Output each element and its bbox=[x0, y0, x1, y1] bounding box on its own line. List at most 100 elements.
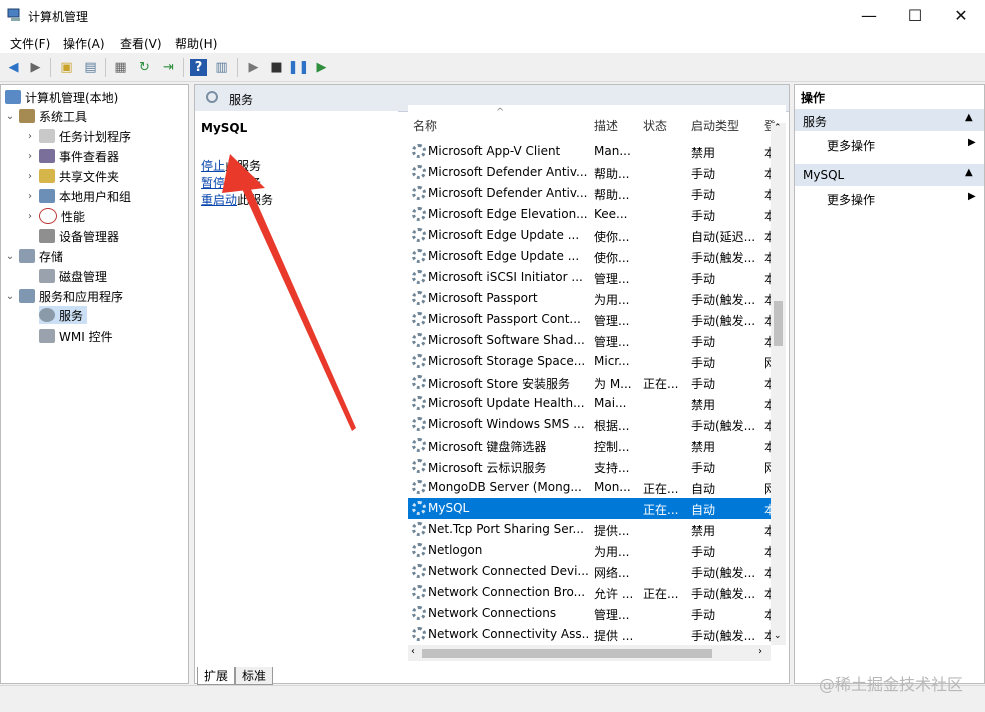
column-name[interactable]: 名称 bbox=[413, 117, 437, 134]
scroll-up-icon[interactable]: ⌃ bbox=[774, 123, 782, 133]
menu-file[interactable]: 文件(F) bbox=[10, 35, 50, 52]
tree-services-apps[interactable]: ⌄ 服务和应用程序 bbox=[5, 287, 123, 305]
scroll-right-icon[interactable]: › bbox=[758, 646, 762, 657]
table-row[interactable]: Microsoft iSCSI Initiator ... 管理... 手动本 bbox=[408, 267, 774, 288]
close-button[interactable]: ✕ bbox=[938, 0, 984, 31]
actions-pane: 操作 服务 ▲ 更多操作 ▶ MySQL ▲ 更多操作 ▶ bbox=[794, 84, 985, 684]
start-service-icon[interactable]: ▶ bbox=[245, 59, 262, 76]
tree-disk-management[interactable]: 磁盘管理 bbox=[39, 267, 107, 285]
refresh-icon[interactable]: ↻ bbox=[136, 59, 153, 76]
column-status[interactable]: 状态 bbox=[643, 117, 667, 134]
gear-icon bbox=[412, 501, 426, 515]
table-row[interactable]: Microsoft Edge Update ... 使你... 自动(延迟... 本 bbox=[408, 225, 774, 246]
tree-performance[interactable]: › 性能 bbox=[25, 207, 85, 225]
table-row[interactable]: Net.Tcp Port Sharing Ser... 提供... 禁用本 bbox=[408, 519, 774, 540]
more-actions-mysql[interactable]: 更多操作 bbox=[827, 191, 875, 208]
chevron-right-icon[interactable]: › bbox=[25, 211, 35, 222]
gear-icon bbox=[412, 249, 426, 263]
table-row[interactable]: Network Connected Devi... 网络... 手动(触发... 本 bbox=[408, 561, 774, 582]
service-name: Netlogon bbox=[428, 543, 483, 557]
table-row[interactable]: Microsoft Windows SMS ... 根据... 手动(触发... 本 bbox=[408, 414, 774, 435]
table-row[interactable]: Microsoft Defender Antiv... 帮助... 手动本 bbox=[408, 183, 774, 204]
table-row[interactable]: Microsoft Edge Elevation... Kee... 手动本 bbox=[408, 204, 774, 225]
restart-service-link[interactable]: 重启动 bbox=[201, 193, 237, 207]
export-list-icon[interactable]: ⇥ bbox=[160, 59, 177, 76]
forward-icon[interactable]: ▶ bbox=[27, 59, 44, 76]
restart-service-icon[interactable]: ▶ bbox=[313, 59, 330, 76]
table-row[interactable]: Netlogon 为用... 手动本 bbox=[408, 540, 774, 561]
table-row[interactable]: Network Connection Bro... 允许 ... 正在... 手动(触… bbox=[408, 582, 774, 603]
help-icon[interactable]: ? bbox=[190, 59, 207, 76]
menu-help[interactable]: 帮助(H) bbox=[175, 35, 217, 52]
table-row[interactable]: Microsoft Software Shad... 管理... 手动本 bbox=[408, 330, 774, 351]
collapse-icon[interactable]: ▲ bbox=[965, 112, 973, 123]
menu-view[interactable]: 查看(V) bbox=[120, 35, 162, 52]
properties-icon[interactable]: ▦ bbox=[112, 59, 129, 76]
table-row[interactable]: Microsoft 云标识服务 支持... 手动网 bbox=[408, 456, 774, 477]
stop-service-link[interactable]: 停止 bbox=[201, 159, 225, 173]
service-desc: 管理... bbox=[594, 272, 630, 286]
tree-root[interactable]: 计算机管理(本地) bbox=[5, 88, 118, 106]
chevron-right-icon[interactable]: › bbox=[25, 171, 35, 182]
pause-service-link[interactable]: 暂停 bbox=[201, 176, 225, 190]
tree-local-users[interactable]: › 本地用户和组 bbox=[25, 187, 131, 205]
chevron-right-icon[interactable]: › bbox=[25, 151, 35, 162]
table-row[interactable]: Microsoft Defender Antiv... 帮助... 手动本 bbox=[408, 162, 774, 183]
tree-storage[interactable]: ⌄ 存储 bbox=[5, 247, 63, 265]
services-apps-icon bbox=[19, 289, 35, 303]
table-row[interactable]: Microsoft Storage Space... Micr... 手动网 bbox=[408, 351, 774, 372]
column-desc[interactable]: 描述 bbox=[594, 117, 618, 134]
actions-section-mysql[interactable]: MySQL ▲ bbox=[795, 164, 984, 186]
vertical-scrollbar[interactable]: ⌃ ⌄ bbox=[771, 123, 786, 645]
table-row[interactable]: Microsoft Store 安装服务为 M... 正在... 手动本 bbox=[408, 372, 774, 393]
wmi-icon bbox=[39, 329, 55, 343]
table-row[interactable]: Microsoft Passport 为用... 手动(触发... 本 bbox=[408, 288, 774, 309]
tree-event-viewer[interactable]: › 事件查看器 bbox=[25, 147, 119, 165]
tab-standard[interactable]: 标准 bbox=[235, 667, 274, 685]
tree-wmi[interactable]: WMI 控件 bbox=[39, 327, 113, 345]
column-startup[interactable]: 启动类型 bbox=[691, 117, 739, 134]
more-actions-services[interactable]: 更多操作 bbox=[827, 137, 875, 154]
table-row[interactable]: Network Connections 管理... 手动本 bbox=[408, 603, 774, 624]
scroll-left-icon[interactable]: ‹ bbox=[411, 646, 415, 657]
tree-shared-folders[interactable]: › 共享文件夹 bbox=[25, 167, 119, 185]
table-row[interactable]: MySQL 正在... 自动本 bbox=[408, 498, 774, 519]
table-row[interactable]: Microsoft 键盘筛选器 控制... 禁用本 bbox=[408, 435, 774, 456]
chevron-right-icon[interactable]: › bbox=[25, 131, 35, 142]
tab-extended[interactable]: 扩展 bbox=[197, 667, 236, 685]
tree-system-tools[interactable]: ⌄ 系统工具 bbox=[5, 107, 87, 125]
action-pane-icon[interactable]: ▥ bbox=[213, 59, 230, 76]
watermark: @稀土掘金技术社区 bbox=[818, 675, 963, 694]
up-folder-icon[interactable]: ▣ bbox=[58, 59, 75, 76]
table-row[interactable]: Microsoft Edge Update ... 使你... 手动(触发... 本 bbox=[408, 246, 774, 267]
menu-action[interactable]: 操作(A) bbox=[63, 35, 105, 52]
vertical-scroll-thumb[interactable] bbox=[774, 301, 783, 346]
tree-task-scheduler[interactable]: › 任务计划程序 bbox=[25, 127, 131, 145]
chevron-down-icon[interactable]: ⌄ bbox=[5, 291, 15, 302]
minimize-button[interactable]: — bbox=[846, 0, 892, 31]
table-row[interactable]: MongoDB Server (Mong... Mon... 正在... 自动网 bbox=[408, 477, 774, 498]
table-row[interactable]: Microsoft Passport Cont... 管理... 手动(触发... 本 bbox=[408, 309, 774, 330]
horizontal-scrollbar[interactable]: ‹ › bbox=[408, 645, 771, 661]
tools-icon bbox=[19, 109, 35, 123]
table-row[interactable]: Network Connectivity Ass... 提供 ... 手动(触发..… bbox=[408, 624, 774, 645]
horizontal-scroll-thumb[interactable] bbox=[422, 649, 712, 658]
stop-service-icon[interactable]: ■ bbox=[268, 59, 285, 76]
show-hide-tree-icon[interactable]: ▤ bbox=[82, 59, 99, 76]
back-icon[interactable]: ◀ bbox=[5, 59, 22, 76]
tree-device-manager[interactable]: 设备管理器 bbox=[39, 227, 119, 245]
service-desc: Man... bbox=[594, 144, 631, 158]
table-row[interactable]: Microsoft App-V Client Man... 禁用本 bbox=[408, 141, 774, 162]
chevron-down-icon[interactable]: ⌄ bbox=[5, 111, 15, 122]
actions-section-services[interactable]: 服务 ▲ bbox=[795, 109, 984, 131]
tree-services[interactable]: 服务 bbox=[39, 306, 88, 324]
pause-service-icon[interactable]: ❚❚ bbox=[288, 59, 310, 76]
service-startup: 禁用 bbox=[691, 146, 716, 160]
table-row[interactable]: Microsoft Update Health... Mai... 禁用本 bbox=[408, 393, 774, 414]
scroll-down-icon[interactable]: ⌄ bbox=[774, 631, 782, 641]
chevron-right-icon[interactable]: › bbox=[25, 191, 35, 202]
collapse-icon[interactable]: ▲ bbox=[965, 167, 973, 178]
maximize-button[interactable]: ☐ bbox=[892, 0, 938, 31]
chevron-down-icon[interactable]: ⌄ bbox=[5, 251, 15, 262]
service-startup: 禁用 bbox=[691, 524, 716, 538]
